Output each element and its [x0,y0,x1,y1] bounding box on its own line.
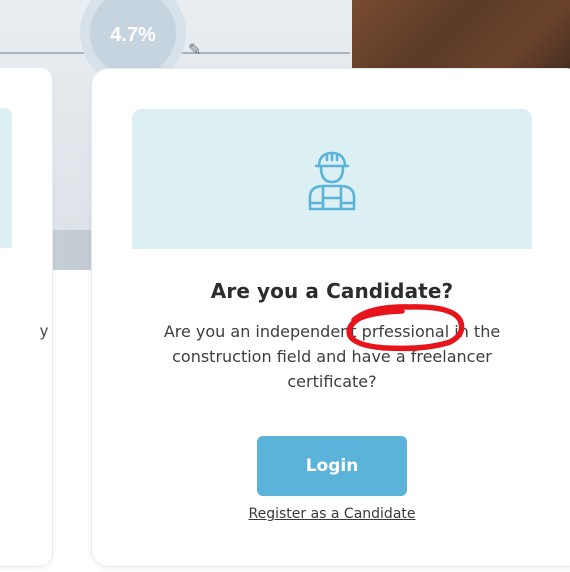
previous-card-hero [0,108,12,248]
previous-card: y [0,68,52,566]
register-candidate-link[interactable]: Register as a Candidate [92,506,570,522]
pen-icon: ✎ [188,42,202,59]
candidate-card-hero [132,109,532,249]
candidate-card: Are you a Candidate? Are you an independ… [92,69,570,566]
card-description: Are you an independent prfessional in th… [163,322,501,391]
login-button[interactable]: Login [257,436,407,496]
page: 4.7% ✎ y Are you a Candidate? Are you an… [0,0,570,572]
construction-worker-icon [308,151,356,211]
previous-card-text-fragment: y [40,323,48,340]
background-stat-value: 4.7% [110,24,156,46]
card-title: Are you a Candidate? [210,279,454,303]
